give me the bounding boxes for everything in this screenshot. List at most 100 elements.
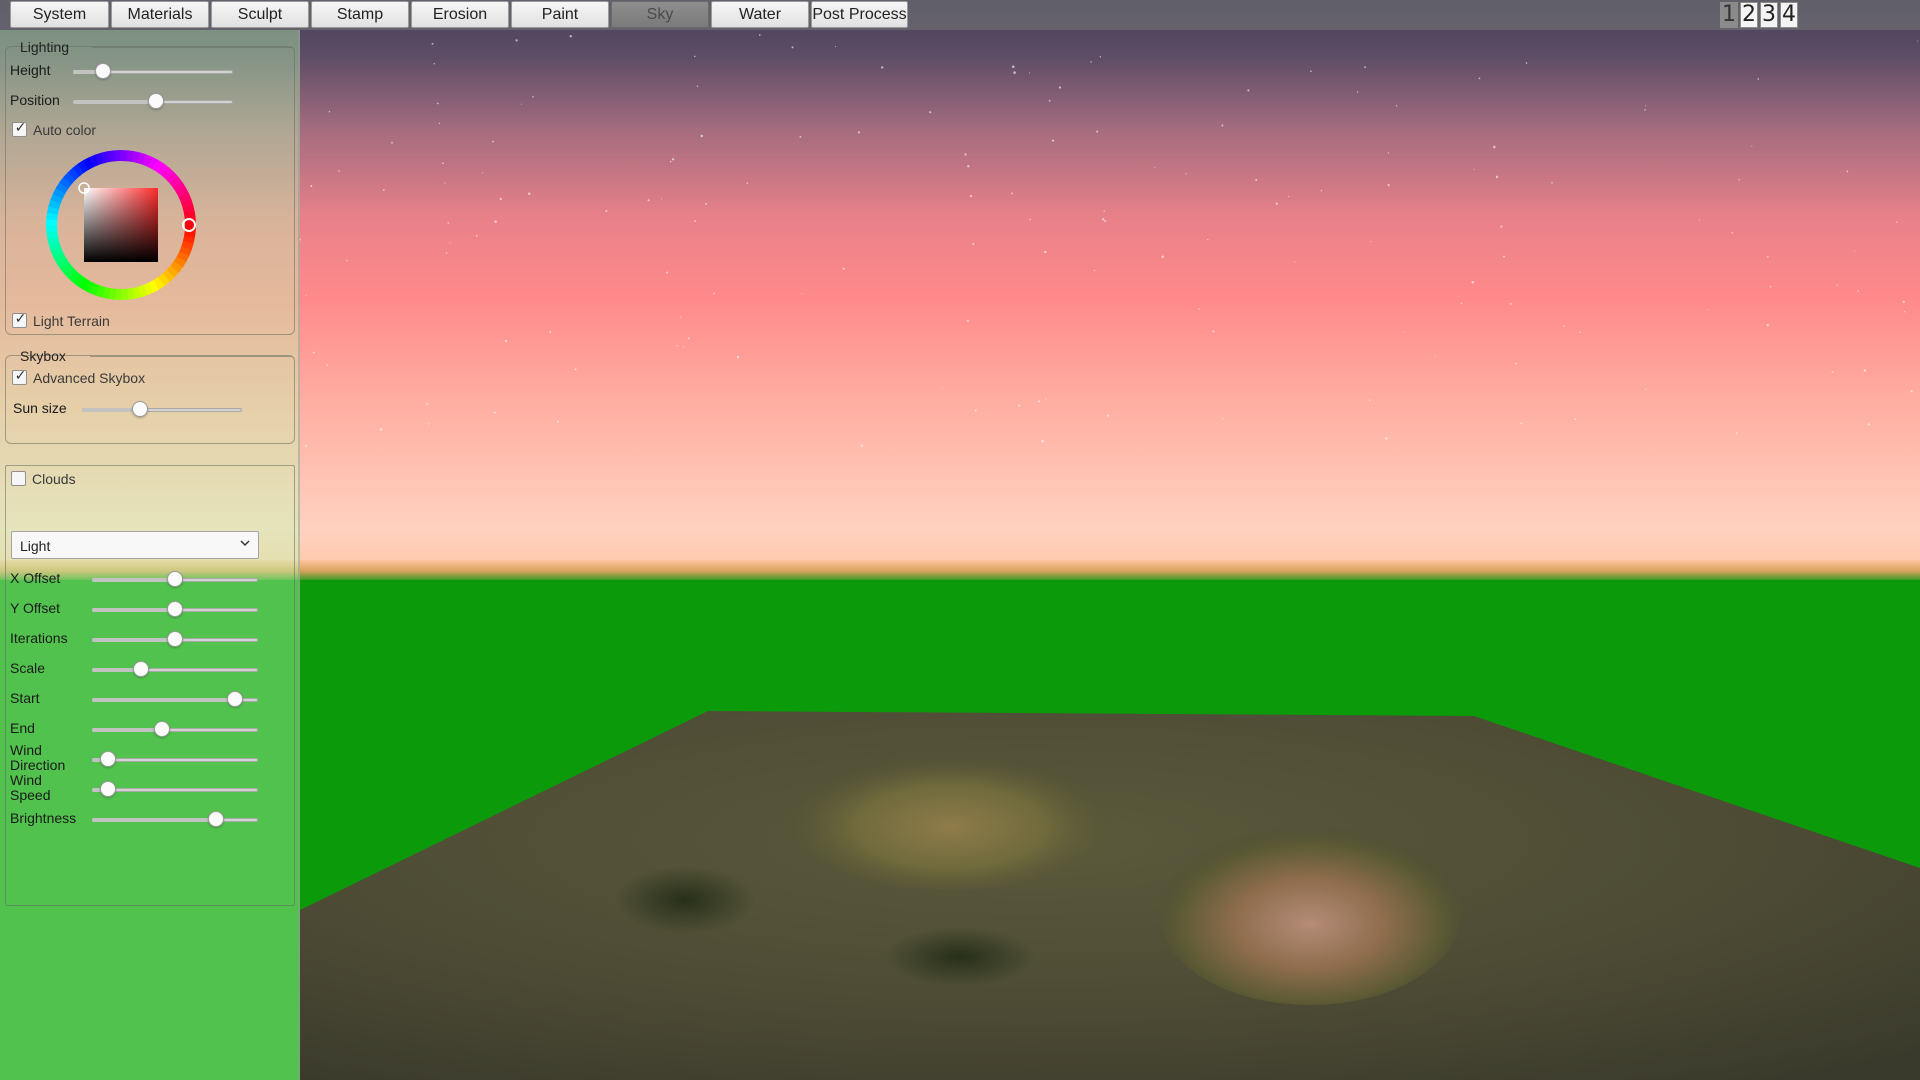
star bbox=[713, 292, 715, 295]
auto-color-checkbox[interactable]: ✓ bbox=[12, 121, 27, 137]
brightness-slider[interactable] bbox=[92, 811, 258, 829]
view-button-1[interactable]: 1 bbox=[1720, 2, 1738, 28]
y-offset-slider[interactable] bbox=[92, 601, 258, 619]
star bbox=[1370, 240, 1372, 242]
star bbox=[449, 242, 451, 244]
tab-stamp[interactable]: Stamp bbox=[311, 1, 409, 28]
star bbox=[857, 131, 860, 134]
position-slider[interactable] bbox=[73, 93, 233, 111]
slider-handle[interactable] bbox=[94, 63, 111, 79]
star bbox=[1221, 124, 1224, 127]
star bbox=[1104, 220, 1107, 223]
star bbox=[1090, 61, 1092, 63]
star bbox=[799, 135, 802, 138]
start-slider[interactable] bbox=[92, 691, 258, 709]
color-wheel[interactable] bbox=[46, 150, 196, 300]
tab-materials[interactable]: Materials bbox=[111, 1, 209, 28]
slider-handle[interactable] bbox=[227, 691, 243, 707]
cloud-preset-dropdown[interactable]: Light bbox=[11, 531, 259, 559]
star bbox=[972, 242, 975, 246]
star bbox=[312, 351, 315, 354]
star bbox=[1029, 72, 1031, 74]
tab-erosion[interactable]: Erosion bbox=[411, 1, 509, 28]
view-button-3[interactable]: 3 bbox=[1760, 2, 1778, 28]
star bbox=[1471, 280, 1475, 284]
star bbox=[1207, 238, 1209, 241]
star bbox=[758, 34, 761, 36]
checkmark-icon: ✓ bbox=[14, 311, 27, 327]
wind-direction-slider[interactable] bbox=[92, 751, 258, 769]
slider-track bbox=[92, 788, 258, 792]
tab-sky[interactable]: Sky bbox=[611, 1, 709, 28]
slider-handle[interactable] bbox=[167, 601, 183, 617]
wind-speed-label: Wind Speed bbox=[10, 772, 51, 803]
star bbox=[1579, 331, 1581, 334]
star bbox=[929, 111, 932, 114]
slider-handle[interactable] bbox=[167, 571, 183, 587]
x-offset-slider[interactable] bbox=[92, 571, 258, 589]
tab-post-process[interactable]: Post Process bbox=[811, 1, 908, 28]
tab-water[interactable]: Water bbox=[711, 1, 809, 28]
star bbox=[1520, 422, 1523, 425]
star bbox=[1500, 225, 1503, 228]
tab-paint[interactable]: Paint bbox=[511, 1, 609, 28]
star bbox=[447, 222, 450, 224]
star bbox=[1478, 77, 1481, 80]
star bbox=[1356, 91, 1359, 93]
star bbox=[1011, 192, 1014, 195]
star bbox=[969, 194, 973, 198]
tab-system[interactable]: System bbox=[10, 1, 109, 28]
star bbox=[1644, 109, 1646, 111]
wind-speed-slider[interactable] bbox=[92, 781, 258, 799]
height-slider[interactable] bbox=[73, 63, 233, 81]
star bbox=[1255, 178, 1258, 181]
group-divider bbox=[90, 356, 292, 357]
star bbox=[694, 55, 696, 58]
star bbox=[1509, 302, 1512, 305]
star bbox=[1275, 202, 1278, 205]
star bbox=[475, 234, 478, 237]
star bbox=[1896, 221, 1898, 223]
end-slider[interactable] bbox=[92, 721, 258, 739]
clouds-checkbox[interactable]: ✓ bbox=[11, 471, 26, 486]
slider-handle[interactable] bbox=[207, 811, 224, 827]
star bbox=[1013, 71, 1016, 74]
star bbox=[1103, 210, 1105, 212]
star bbox=[666, 271, 669, 274]
star bbox=[1902, 300, 1905, 303]
light-terrain-checkbox[interactable]: ✓ bbox=[12, 311, 27, 328]
slider-handle[interactable] bbox=[99, 781, 116, 797]
slider-handle[interactable] bbox=[132, 661, 149, 677]
sun-size-slider[interactable] bbox=[82, 401, 242, 419]
star bbox=[791, 46, 794, 49]
star bbox=[438, 122, 441, 125]
star bbox=[1503, 255, 1505, 258]
view-button-4[interactable]: 4 bbox=[1780, 2, 1798, 28]
star bbox=[1551, 181, 1553, 184]
star bbox=[549, 330, 552, 334]
slider-handle[interactable] bbox=[147, 93, 164, 109]
star bbox=[1051, 139, 1055, 142]
star bbox=[647, 199, 650, 202]
iterations-slider[interactable] bbox=[92, 631, 258, 649]
view-button-2[interactable]: 2 bbox=[1740, 2, 1758, 28]
star bbox=[1846, 170, 1849, 173]
star bbox=[605, 210, 608, 213]
star bbox=[569, 35, 572, 38]
star bbox=[1385, 437, 1388, 440]
star bbox=[842, 267, 845, 270]
advanced-skybox-checkbox[interactable]: ✓ bbox=[12, 369, 27, 385]
star bbox=[1706, 309, 1708, 311]
tab-sculpt[interactable]: Sculpt bbox=[211, 1, 309, 28]
star bbox=[426, 403, 429, 406]
slider-handle[interactable] bbox=[132, 401, 149, 417]
slider-handle[interactable] bbox=[99, 751, 116, 767]
scale-slider[interactable] bbox=[92, 661, 258, 679]
slider-handle[interactable] bbox=[153, 721, 170, 737]
light-terrain-label: Light Terrain bbox=[33, 313, 110, 329]
star bbox=[515, 39, 518, 42]
slider-handle[interactable] bbox=[167, 631, 183, 647]
star bbox=[1495, 175, 1499, 179]
chevron-down-icon bbox=[240, 540, 250, 547]
lighting-title: Lighting bbox=[20, 39, 70, 55]
